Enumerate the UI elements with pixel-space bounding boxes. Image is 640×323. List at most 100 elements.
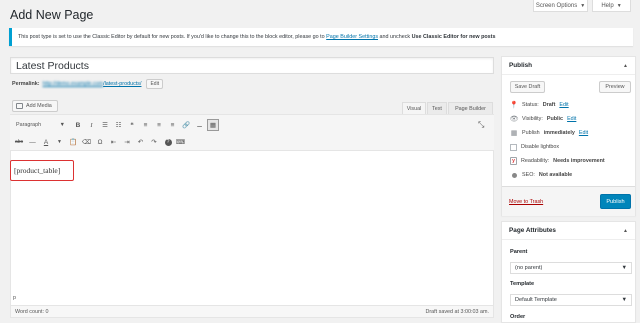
fullscreen-icon[interactable]: ⤡ <box>478 120 484 130</box>
status-value: Draft <box>542 102 556 108</box>
publish-box-header[interactable]: Publish ▲ <box>502 57 635 75</box>
template-label: Template <box>510 281 535 287</box>
editor-status-bar: Word count: 0 Draft saved at 3:00:03 am. <box>10 305 494 318</box>
permalink-link[interactable]: http://demo.example.com/latest-products/ <box>43 81 142 87</box>
chevron-down-icon: ▼ <box>580 2 586 9</box>
edit-slug-button[interactable]: Edit <box>146 79 164 89</box>
title-input[interactable]: Latest Products <box>10 57 494 74</box>
outdent-icon[interactable]: ⇤ <box>108 136 120 148</box>
seo-status-icon <box>510 172 518 178</box>
editor-content-area[interactable] <box>11 152 493 292</box>
paste-text-icon[interactable]: 📋 <box>67 136 79 148</box>
page-attributes-title: Page Attributes <box>509 227 556 234</box>
editor-path: p <box>13 295 16 301</box>
toolbar-toggle-icon[interactable]: ▦ <box>207 119 219 131</box>
parent-label: Parent <box>510 249 528 255</box>
read-more-icon[interactable]: ⚊ <box>194 119 206 131</box>
visibility-label: Visibility: <box>522 116 543 122</box>
publish-box: Publish ▲ Save Draft Preview 📍 Status: D… <box>501 56 636 216</box>
strikethrough-icon[interactable]: abc <box>13 136 25 148</box>
chevron-down-icon: ▼ <box>59 122 65 128</box>
text-color-icon[interactable]: A <box>40 136 52 148</box>
parent-select[interactable]: (no parent) ▼ <box>510 262 632 274</box>
edit-visibility-link[interactable]: Edit <box>567 116 576 122</box>
add-media-button[interactable]: Add Media <box>12 100 58 112</box>
disable-lightbox-label: Disable lightbox <box>521 144 560 150</box>
chevron-up-icon[interactable]: ▲ <box>623 63 628 69</box>
permalink-host: http://demo.example.com <box>42 81 104 87</box>
permalink-row: Permalink: http://demo.example.com/lates… <box>12 79 164 89</box>
readability-label: Readability: <box>521 158 550 164</box>
readability-row: y Readability: Needs improvement <box>510 156 605 166</box>
undo-icon[interactable]: ↶ <box>135 136 147 148</box>
link-icon[interactable]: 🔗 <box>180 119 192 131</box>
publish-box-title: Publish <box>509 62 533 69</box>
publish-button[interactable]: Publish <box>600 194 631 209</box>
status-label: Status: <box>522 102 539 108</box>
visibility-row: 👁 Visibility: Public Edit <box>510 114 577 124</box>
move-to-trash-link[interactable]: Move to Trash <box>509 199 543 205</box>
publish-box-footer: Move to Trash Publish <box>502 186 635 216</box>
help-tab[interactable]: Help ▼ <box>592 0 631 12</box>
publish-time-row: ▦ Publish immediately Edit <box>510 128 588 138</box>
screen-options-tab[interactable]: Screen Options ▼ <box>533 0 588 12</box>
editor-content-text[interactable]: [product_table] <box>10 160 74 181</box>
parent-select-value: (no parent) <box>515 265 543 271</box>
special-character-icon[interactable]: Ω <box>94 136 106 148</box>
seo-value: Not available <box>538 172 573 178</box>
page-title: Add New Page <box>10 8 94 22</box>
chevron-up-icon[interactable]: ▲ <box>623 228 628 234</box>
yoast-readability-icon: y <box>510 157 517 165</box>
horizontal-line-icon[interactable]: — <box>27 136 39 148</box>
tab-visual[interactable]: Visual <box>402 102 426 114</box>
edit-publish-time-link[interactable]: Edit <box>579 130 588 136</box>
align-left-icon[interactable]: ≡ <box>140 119 152 131</box>
format-select[interactable]: Paragraph ▼ <box>13 120 68 131</box>
help-label: Help <box>601 2 614 9</box>
keyboard-shortcuts-icon[interactable]: ⌨ <box>175 136 187 148</box>
add-media-label: Add Media <box>26 103 52 109</box>
page-attributes-box: Page Attributes ▲ Parent (no parent) ▼ T… <box>501 221 636 323</box>
visibility-value: Public <box>546 116 564 122</box>
clear-formatting-icon[interactable]: ⌫ <box>81 136 93 148</box>
pin-icon: 📍 <box>509 102 519 109</box>
calendar-icon: ▦ <box>510 130 518 137</box>
chevron-down-icon[interactable]: ▼ <box>54 136 66 148</box>
seo-row: SEO: Not available <box>510 170 572 180</box>
disable-lightbox-checkbox[interactable] <box>510 143 517 151</box>
draft-saved-status: Draft saved at 3:00:03 am. <box>425 308 489 315</box>
help-icon[interactable]: ? <box>164 138 172 146</box>
media-icon <box>16 103 23 109</box>
readability-value: Needs improvement <box>553 158 605 164</box>
chevron-down-icon: ▼ <box>616 2 622 9</box>
bold-icon[interactable]: B <box>72 119 84 131</box>
indent-icon[interactable]: ⇥ <box>121 136 133 148</box>
blockquote-icon[interactable]: ❝ <box>126 119 138 131</box>
chevron-down-icon: ▼ <box>621 265 627 271</box>
page-builder-settings-link[interactable]: Page Builder Settings <box>326 34 378 40</box>
publish-time-value: immediately <box>543 130 575 136</box>
publish-time-label: Publish <box>522 130 540 136</box>
order-label: Order <box>510 314 526 320</box>
numbered-list-icon[interactable]: ☷ <box>113 119 125 131</box>
permalink-label: Permalink: <box>12 81 40 87</box>
align-right-icon[interactable]: ≡ <box>167 119 179 131</box>
bulleted-list-icon[interactable]: ☰ <box>99 119 111 131</box>
italic-icon[interactable]: I <box>86 119 98 131</box>
tab-text[interactable]: Text <box>427 102 447 114</box>
classic-editor-notice: This post type is set to use the Classic… <box>9 28 633 46</box>
save-draft-button[interactable]: Save Draft <box>510 81 545 93</box>
disable-lightbox-row: Disable lightbox <box>510 142 559 152</box>
preview-button[interactable]: Preview <box>599 81 631 93</box>
template-select[interactable]: Default Template ▼ <box>510 294 632 306</box>
redo-icon[interactable]: ↷ <box>148 136 160 148</box>
align-center-icon[interactable]: ≡ <box>153 119 165 131</box>
page-attributes-header[interactable]: Page Attributes ▲ <box>502 222 635 240</box>
word-count: Word count: 0 <box>15 308 49 315</box>
tab-page-builder[interactable]: Page Builder <box>448 102 493 114</box>
edit-status-link[interactable]: Edit <box>559 102 568 108</box>
notice-bold-text: Use Classic Editor for new posts <box>411 34 496 40</box>
status-row: 📍 Status: Draft Edit <box>510 100 569 110</box>
chevron-down-icon: ▼ <box>621 297 627 303</box>
format-select-value: Paragraph <box>16 122 42 128</box>
